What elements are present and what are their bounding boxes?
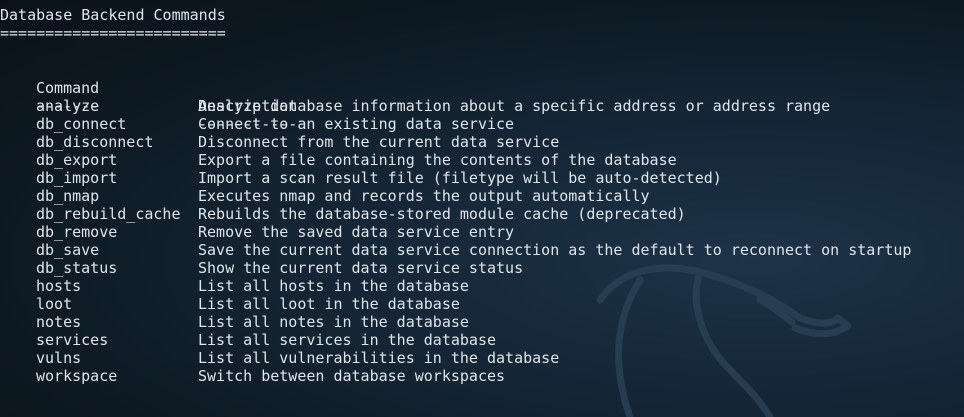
command-description: Import a scan result file (filetype will…: [198, 169, 722, 187]
command-name: db_connect: [36, 115, 127, 133]
command-description: Executes nmap and records the output aut…: [198, 187, 650, 205]
command-name: db_save: [36, 241, 100, 259]
command-description: List all hosts in the database: [198, 277, 469, 295]
table-row: loot List all loot in the database: [0, 295, 964, 313]
command-description: List all notes in the database: [198, 313, 469, 331]
command-description: Switch between database workspaces: [198, 367, 506, 385]
table-row: db_rebuild_cache Rebuilds the database-st…: [0, 205, 964, 223]
command-description: Show the current data service status: [198, 259, 524, 277]
command-name: db_nmap: [36, 187, 100, 205]
command-name: db_disconnect: [36, 133, 154, 151]
command-description: List all loot in the database: [198, 295, 460, 313]
table-header-rule: ------- -----------: [0, 79, 964, 133]
table-row: db_remove Remove the saved data service e…: [0, 223, 964, 241]
table-row: workspace Switch between database workspa…: [0, 367, 964, 385]
table-row: db_export Export a file containing the co…: [0, 151, 964, 169]
command-name: db_import: [36, 169, 118, 187]
command-name: db_remove: [36, 223, 118, 241]
table-row: db_nmap Executes nmap and records the out…: [0, 187, 964, 205]
command-name: db_status: [36, 259, 118, 277]
command-description: Connect to an existing data service: [198, 115, 515, 133]
command-description: Disconnect from the current data service: [198, 133, 560, 151]
table-row: analyze Analyze database information abou…: [0, 97, 964, 115]
page-title: Database Backend Commands: [0, 6, 226, 24]
command-description: List all services in the database: [198, 331, 497, 349]
command-name: hosts: [36, 277, 82, 295]
table-row: db_import Import a scan result file (file…: [0, 169, 964, 187]
title-underline: =========================: [0, 24, 226, 42]
command-description: Analyze database information about a spe…: [198, 97, 831, 115]
table-row: notes List all notes in the database: [0, 313, 964, 331]
table-row: db_connect Connect to an existing data se…: [0, 115, 964, 133]
command-name: workspace: [36, 367, 118, 385]
table-row: db_status Show the current data service s…: [0, 259, 964, 277]
command-description: Export a file containing the contents of…: [198, 151, 677, 169]
command-name: loot: [36, 295, 73, 313]
table-row: db_disconnect Disconnect from the current…: [0, 133, 964, 151]
command-name: analyze: [36, 97, 100, 115]
command-name: db_export: [36, 151, 118, 169]
command-name: services: [36, 331, 109, 349]
command-name: db_rebuild_cache: [36, 205, 181, 223]
table-header: Command Description: [0, 61, 964, 115]
command-name: vulns: [36, 349, 82, 367]
table-row: vulns List all vulnerabilities in the dat…: [0, 349, 964, 367]
command-description: Rebuilds the database-stored module cach…: [198, 205, 686, 223]
command-description: Remove the saved data service entry: [198, 223, 515, 241]
table-row: services List all services in the databas…: [0, 331, 964, 349]
command-description: Save the current data service connection…: [198, 241, 912, 259]
command-name: notes: [36, 313, 82, 331]
command-description: List all vulnerabilities in the database: [198, 349, 560, 367]
terminal-window[interactable]: Database Backend Commands ==============…: [0, 0, 964, 417]
table-row: hosts List all hosts in the database: [0, 277, 964, 295]
table-row: db_save Save the current data service con…: [0, 241, 964, 259]
